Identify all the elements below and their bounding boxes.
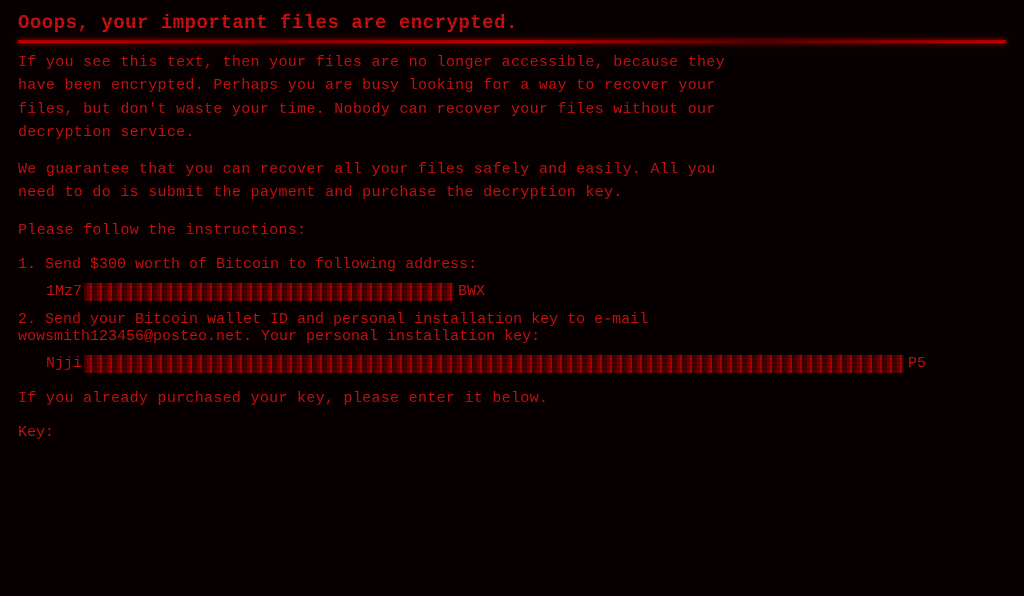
step-1-redacted-bar bbox=[84, 283, 454, 301]
step-1-suffix: BWX bbox=[458, 283, 485, 300]
paragraph-2: We guarantee that you can recover all yo… bbox=[18, 158, 1006, 205]
instructions-header: Please follow the instructions: bbox=[18, 219, 1006, 242]
step-2-redacted-bar bbox=[84, 355, 904, 373]
paragraph-1: If you see this text, then your files ar… bbox=[18, 51, 1006, 144]
paragraph-1-section: If you see this text, then your files ar… bbox=[18, 51, 1006, 144]
step-2-prefix: Njji bbox=[46, 355, 82, 372]
divider bbox=[18, 40, 1006, 43]
ransomware-screen: Ooops, your important files are encrypte… bbox=[0, 0, 1024, 596]
instructions-section: Please follow the instructions: 1. Send … bbox=[18, 219, 1006, 373]
title: Ooops, your important files are encrypte… bbox=[18, 12, 1006, 34]
step-1-address: 1Mz7 BWX bbox=[46, 283, 1006, 301]
step-1-label: 1. Send $300 worth of Bitcoin to followi… bbox=[18, 256, 1006, 273]
key-label[interactable]: Key: bbox=[18, 424, 1006, 441]
step-2-key: Njji P5 bbox=[46, 355, 1006, 373]
step-2-label: 2. Send your Bitcoin wallet ID and perso… bbox=[18, 311, 1006, 345]
step-1-prefix: 1Mz7 bbox=[46, 283, 82, 300]
footer-text: If you already purchased your key, pleas… bbox=[18, 387, 1006, 410]
footer-section: If you already purchased your key, pleas… bbox=[18, 387, 1006, 441]
step-2-suffix: P5 bbox=[908, 355, 926, 372]
paragraph-2-section: We guarantee that you can recover all yo… bbox=[18, 158, 1006, 205]
